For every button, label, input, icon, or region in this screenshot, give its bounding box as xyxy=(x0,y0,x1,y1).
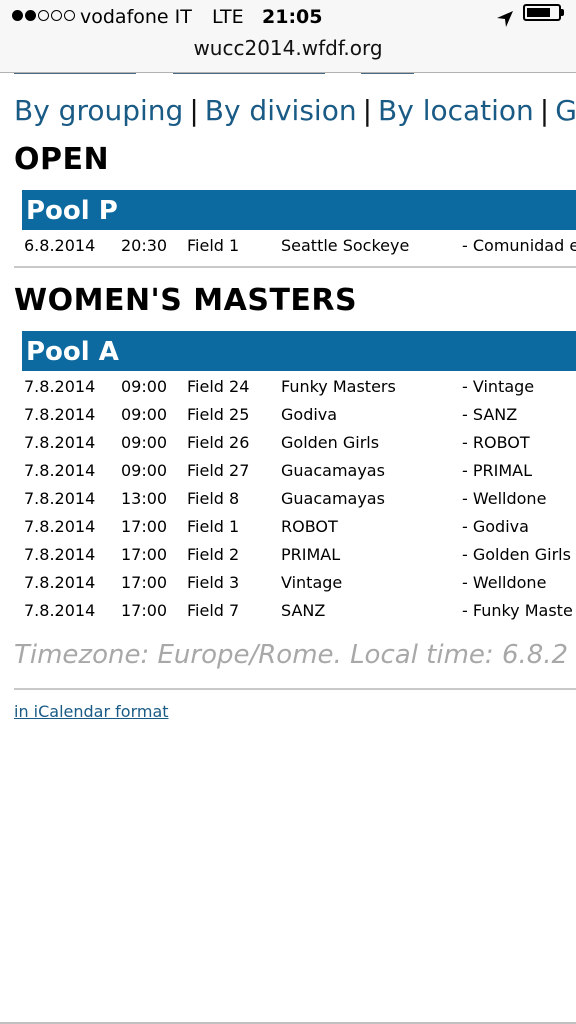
footer-divider xyxy=(14,688,576,690)
game-date: 7.8.2014 xyxy=(24,405,96,424)
home-team: Golden Girls xyxy=(281,433,380,452)
scrolled-link-underline xyxy=(361,73,414,74)
game-field: Field 26 xyxy=(187,433,250,452)
nav-by-location-link[interactable]: By location xyxy=(378,94,534,127)
game-field: Field 25 xyxy=(187,405,250,424)
game-row: 6.8.2014 20:30 Field 1 Seattle Sockeye -… xyxy=(24,236,576,264)
game-field: Field 7 xyxy=(187,601,240,620)
game-time: 17:00 xyxy=(121,517,168,536)
game-date: 7.8.2014 xyxy=(24,377,96,396)
home-team: SANZ xyxy=(281,601,326,620)
game-row: 7.8.2014 17:00 Field 7 SANZ - Funky Mast… xyxy=(24,601,576,629)
game-field: Field 27 xyxy=(187,461,250,480)
nav-by-division-link[interactable]: By division xyxy=(205,94,357,127)
nav-truncated-link[interactable]: G xyxy=(555,94,576,127)
network-type: LTE xyxy=(212,6,244,28)
game-time: 20:30 xyxy=(121,236,168,255)
game-row: 7.8.2014 17:00 Field 3 Vintage - Welldon… xyxy=(24,573,576,601)
home-team: Guacamayas xyxy=(281,461,385,480)
away-team: - Godiva xyxy=(462,517,529,536)
home-team: Vintage xyxy=(281,573,343,592)
carrier-name: vodafone IT xyxy=(80,6,192,28)
game-date: 7.8.2014 xyxy=(24,517,96,536)
game-field: Field 3 xyxy=(187,573,240,592)
game-row: 7.8.2014 13:00 Field 8 Guacamayas - Well… xyxy=(24,489,576,517)
game-date: 7.8.2014 xyxy=(24,545,96,564)
game-date: 7.8.2014 xyxy=(24,601,96,620)
game-time: 09:00 xyxy=(121,433,168,452)
away-team: - Vintage xyxy=(462,377,535,396)
home-team: Seattle Sockeye xyxy=(281,236,410,255)
scrolled-link-underline xyxy=(173,73,325,74)
game-time: 17:00 xyxy=(121,573,168,592)
game-time: 13:00 xyxy=(121,489,168,508)
timezone-note: Timezone: Europe/Rome. Local time: 6.8.2 xyxy=(14,640,569,670)
away-team: - Welldone xyxy=(462,489,547,508)
game-row: 7.8.2014 09:00 Field 26 Golden Girls - R… xyxy=(24,433,576,461)
icalendar-link[interactable]: in iCalendar format xyxy=(14,702,169,721)
game-row: 7.8.2014 17:00 Field 2 PRIMAL - Golden G… xyxy=(24,545,576,573)
game-time: 09:00 xyxy=(121,461,168,480)
status-time: 21:05 xyxy=(262,6,323,28)
address-bar-url[interactable]: wucc2014.wfdf.org xyxy=(0,36,576,60)
pool-header: Pool P xyxy=(22,190,576,230)
game-date: 7.8.2014 xyxy=(24,461,96,480)
away-team: - Welldone xyxy=(462,573,547,592)
game-row: 7.8.2014 09:00 Field 24 Funky Masters - … xyxy=(24,377,576,405)
away-team: - Comunidad e xyxy=(462,236,576,255)
schedule-view-nav: By grouping | By division | By location | G xyxy=(14,94,576,127)
game-field: Field 1 xyxy=(187,236,240,255)
battery-tip xyxy=(561,9,564,16)
home-team: Guacamayas xyxy=(281,489,385,508)
nav-by-grouping-link[interactable]: By grouping xyxy=(14,94,183,127)
division-heading: OPEN xyxy=(14,142,110,177)
browser-chrome: vodafone IT LTE 21:05 wucc2014.wfdf.org xyxy=(0,0,576,73)
status-bar: vodafone IT LTE 21:05 xyxy=(0,6,576,32)
game-time: 09:00 xyxy=(121,405,168,424)
scrolled-link-underline xyxy=(14,73,136,74)
game-time: 17:00 xyxy=(121,601,168,620)
away-team: - Golden Girls xyxy=(462,545,571,564)
game-date: 7.8.2014 xyxy=(24,489,96,508)
section-divider xyxy=(14,266,576,268)
home-team: PRIMAL xyxy=(281,545,341,564)
pool-header: Pool A xyxy=(22,331,576,371)
home-team: Godiva xyxy=(281,405,338,424)
away-team: - SANZ xyxy=(462,405,518,424)
location-arrow-icon xyxy=(497,11,513,27)
away-team: - Funky Maste xyxy=(462,601,573,620)
game-field: Field 24 xyxy=(187,377,250,396)
game-field: Field 1 xyxy=(187,517,240,536)
game-date: 6.8.2014 xyxy=(24,236,96,255)
game-row: 7.8.2014 17:00 Field 1 ROBOT - Godiva xyxy=(24,517,576,545)
battery-icon xyxy=(523,4,561,21)
game-row: 7.8.2014 09:00 Field 25 Godiva - SANZ xyxy=(24,405,576,433)
away-team: - PRIMAL xyxy=(462,461,533,480)
home-team: Funky Masters xyxy=(281,377,396,396)
game-field: Field 8 xyxy=(187,489,240,508)
game-row: 7.8.2014 09:00 Field 27 Guacamayas - PRI… xyxy=(24,461,576,489)
game-time: 09:00 xyxy=(121,377,168,396)
home-team: ROBOT xyxy=(281,517,338,536)
game-time: 17:00 xyxy=(121,545,168,564)
game-date: 7.8.2014 xyxy=(24,573,96,592)
signal-strength-icon xyxy=(12,10,75,21)
game-date: 7.8.2014 xyxy=(24,433,96,452)
division-heading: WOMEN'S MASTERS xyxy=(14,283,358,318)
away-team: - ROBOT xyxy=(462,433,530,452)
game-field: Field 2 xyxy=(187,545,240,564)
